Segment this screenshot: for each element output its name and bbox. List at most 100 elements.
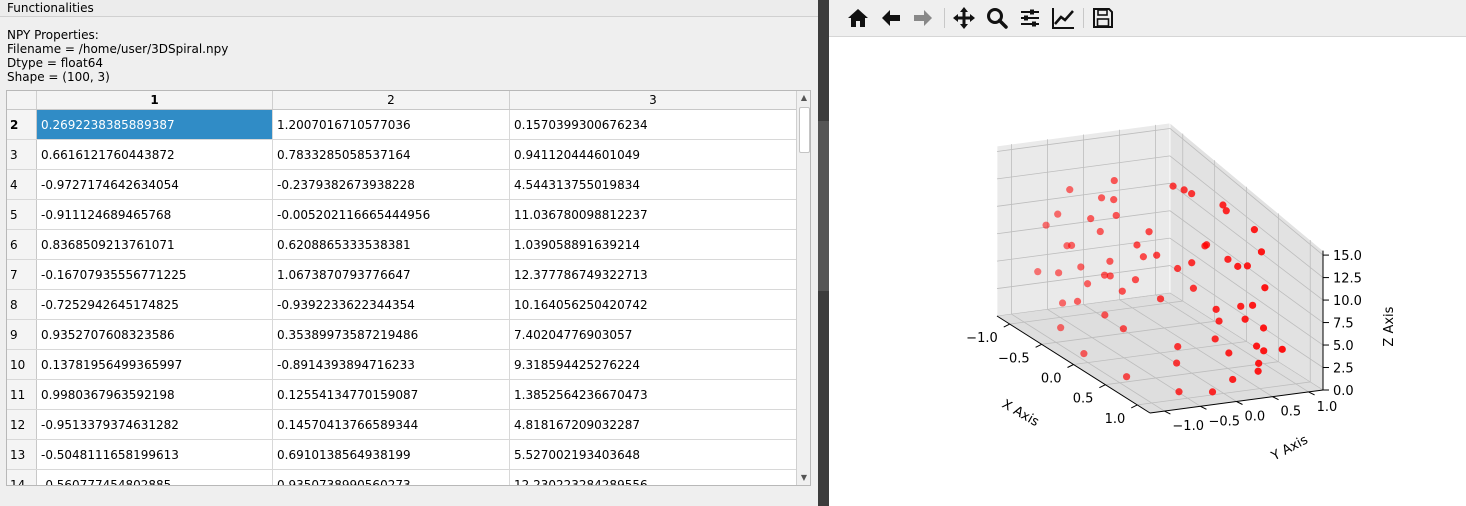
home-icon[interactable]: [845, 5, 871, 31]
column-header-3[interactable]: 3: [510, 91, 796, 109]
table-cell[interactable]: 0.9980367963592198: [37, 380, 273, 409]
x-axis-label: X Axis: [999, 397, 1041, 430]
table-cell[interactable]: 0.9352707608323586: [37, 320, 273, 349]
edit-axis-icon[interactable]: [1050, 5, 1076, 31]
table-cell[interactable]: 5.527002193403648: [510, 440, 796, 469]
table-cell[interactable]: 0.7833285058537164: [273, 140, 510, 169]
navigation-toolbar: [829, 0, 1466, 37]
scatter-point: [1058, 299, 1067, 307]
table-cell[interactable]: -0.911124689465768: [37, 200, 273, 229]
column-header-1[interactable]: 1: [37, 91, 273, 109]
scatter-point: [1073, 297, 1082, 305]
table-cell[interactable]: 7.40204776903057: [510, 320, 796, 349]
scatter-point: [1110, 176, 1118, 185]
menu-functionalities[interactable]: Functionalities: [7, 0, 94, 16]
table-cell[interactable]: 0.941120444601049: [510, 140, 796, 169]
scatter-point: [1215, 317, 1223, 325]
row-header[interactable]: 4: [7, 170, 37, 199]
vertical-scrollbar[interactable]: ▲ ▼: [796, 91, 810, 485]
table-cell[interactable]: 0.14570413766589344: [273, 410, 510, 439]
zoom-icon[interactable]: [984, 5, 1010, 31]
table-cell[interactable]: 0.8368509213761071: [37, 230, 273, 259]
row-header[interactable]: 6: [7, 230, 37, 259]
row-header[interactable]: 7: [7, 260, 37, 289]
table-cell[interactable]: 0.9350738990560273: [273, 470, 510, 485]
corner-cell[interactable]: [7, 91, 37, 109]
row-header[interactable]: 12: [7, 410, 37, 439]
table-cell[interactable]: -0.005202116665444956: [273, 200, 510, 229]
row-header[interactable]: 8: [7, 290, 37, 319]
table-row: 9 0.9352707608323586 0.35389973587219486 7.…: [7, 320, 796, 350]
3d-scatter-plot[interactable]: −1.0−1.0−0.5−0.50.00.00.50.51.01.00.02.5…: [829, 37, 1466, 506]
configure-icon[interactable]: [1017, 5, 1043, 31]
table-cell[interactable]: 12.377786749322713: [510, 260, 796, 289]
y-tick: [1164, 410, 1171, 415]
table-cell[interactable]: 0.12554134770159087: [273, 380, 510, 409]
scrollbar-thumb[interactable]: [799, 107, 810, 153]
table-cell[interactable]: 4.544313755019834: [510, 170, 796, 199]
pan-icon[interactable]: [951, 5, 977, 31]
z-tick-label: 7.5: [1333, 317, 1354, 332]
scroll-up-icon[interactable]: ▲: [797, 91, 810, 105]
scatter-point: [1112, 211, 1120, 220]
table-cell[interactable]: 4.818167209032287: [510, 410, 796, 439]
save-icon[interactable]: [1090, 5, 1116, 31]
table-cell[interactable]: -0.9392233622344354: [273, 290, 510, 319]
row-header[interactable]: 3: [7, 140, 37, 169]
y-tick: [1308, 391, 1315, 396]
x-tick-label: 1.0: [1105, 412, 1126, 427]
table-cell[interactable]: -0.16707935556771225: [37, 260, 273, 289]
scatter-point: [1229, 375, 1237, 384]
column-header-2[interactable]: 2: [273, 91, 510, 109]
z-tick-label: 10.0: [1333, 294, 1362, 309]
table-cell[interactable]: -0.7252942645174825: [37, 290, 273, 319]
table-cell[interactable]: 0.13781956499365997: [37, 350, 273, 379]
back-icon[interactable]: [878, 5, 904, 31]
table-cell[interactable]: 1.0673870793776647: [273, 260, 510, 289]
y-tick-label: 0.5: [1281, 405, 1302, 420]
table-cell[interactable]: 9.318594425276224: [510, 350, 796, 379]
table-cell[interactable]: 0.2692238385889387: [37, 110, 273, 139]
table-cell[interactable]: 0.6616121760443872: [37, 140, 273, 169]
table-cell[interactable]: 0.6208865333538381: [273, 230, 510, 259]
row-header[interactable]: 5: [7, 200, 37, 229]
row-header[interactable]: 10: [7, 350, 37, 379]
x-tick: [1035, 343, 1042, 348]
table-cell[interactable]: 11.036780098812237: [510, 200, 796, 229]
table-cell[interactable]: 12.230223284289556: [510, 470, 796, 485]
table-cell[interactable]: 1.2007016710577036: [273, 110, 510, 139]
scatter-point: [1278, 345, 1286, 353]
y-tick-label: −1.0: [1172, 419, 1204, 434]
table-cell[interactable]: 1.039058891639214: [510, 230, 796, 259]
table-row: 5 -0.911124689465768 -0.005202116665444956…: [7, 200, 796, 230]
scatter-point: [1188, 259, 1196, 267]
y-tick: [1272, 396, 1279, 401]
scatter-point: [1106, 272, 1114, 280]
table-cell[interactable]: 10.164056250420742: [510, 290, 796, 319]
table-cell[interactable]: 1.3852564236670473: [510, 380, 796, 409]
table-cell[interactable]: 0.6910138564938199: [273, 440, 510, 469]
scatter-point: [1224, 255, 1232, 263]
row-header[interactable]: 9: [7, 320, 37, 349]
scatter-point: [1106, 257, 1114, 265]
table-cell[interactable]: -0.560777454802885: [37, 470, 273, 485]
table-cell[interactable]: -0.9727174642634054: [37, 170, 273, 199]
scroll-down-icon[interactable]: ▼: [797, 471, 810, 485]
scatter-point: [1208, 388, 1217, 396]
row-header[interactable]: 2: [7, 110, 37, 139]
table-cell[interactable]: -0.5048111658199613: [37, 440, 273, 469]
table-cell[interactable]: -0.2379382673938228: [273, 170, 510, 199]
row-header[interactable]: 11: [7, 380, 37, 409]
forward-icon[interactable]: [910, 5, 936, 31]
table-cell[interactable]: -0.9513379374631282: [37, 410, 273, 439]
properties-shape: Shape = (100, 3): [7, 70, 110, 84]
table-cell[interactable]: 0.35389973587219486: [273, 320, 510, 349]
scatter-point: [1077, 263, 1085, 271]
scatter-point: [1225, 349, 1233, 357]
table-cell[interactable]: 0.1570399300676234: [510, 110, 796, 139]
scatter-point: [1101, 311, 1109, 319]
table-cell[interactable]: -0.8914393894716233: [273, 350, 510, 379]
row-header[interactable]: 14: [7, 470, 37, 485]
row-header[interactable]: 13: [7, 440, 37, 469]
scatter-point: [1237, 302, 1245, 310]
